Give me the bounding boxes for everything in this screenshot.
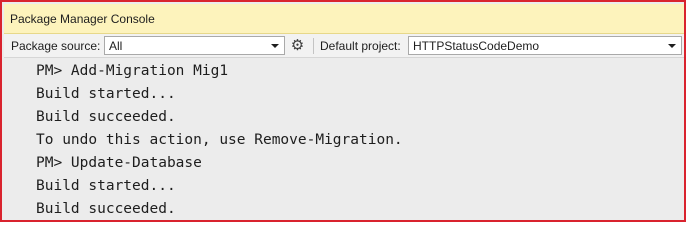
default-project-dropdown[interactable]: HTTPStatusCodeDemo — [408, 36, 682, 55]
toolbar-separator — [313, 38, 314, 54]
default-project-label: Default project: — [320, 39, 401, 53]
window-title: Package Manager Console — [10, 12, 155, 26]
console-line: Build started... — [36, 178, 176, 194]
console-line: PM> Add-Migration Mig1 — [36, 63, 229, 79]
gear-icon[interactable]: ⚙ — [289, 37, 306, 54]
console-line: To undo this action, use Remove-Migratio… — [36, 132, 403, 148]
console-line: Build succeeded. — [36, 109, 176, 125]
package-source-dropdown[interactable]: All — [104, 36, 285, 55]
package-source-value: All — [109, 39, 123, 53]
console-line: Build started... — [36, 86, 176, 102]
console-line: PM> Update-Database — [36, 155, 202, 171]
package-manager-console-window: Package Manager Console Package source: … — [0, 0, 686, 222]
default-project-value: HTTPStatusCodeDemo — [413, 39, 540, 53]
package-source-label: Package source: — [11, 39, 101, 53]
toolbar: Package source: All ⚙ Default project: H… — [4, 34, 684, 58]
console-output[interactable]: PM> Add-Migration Mig1 Build started... … — [4, 59, 684, 220]
title-bar[interactable]: Package Manager Console — [4, 4, 684, 34]
console-line: Build succeeded. — [36, 201, 176, 217]
chevron-down-icon[interactable] — [271, 44, 279, 48]
chevron-down-icon[interactable] — [668, 44, 676, 48]
